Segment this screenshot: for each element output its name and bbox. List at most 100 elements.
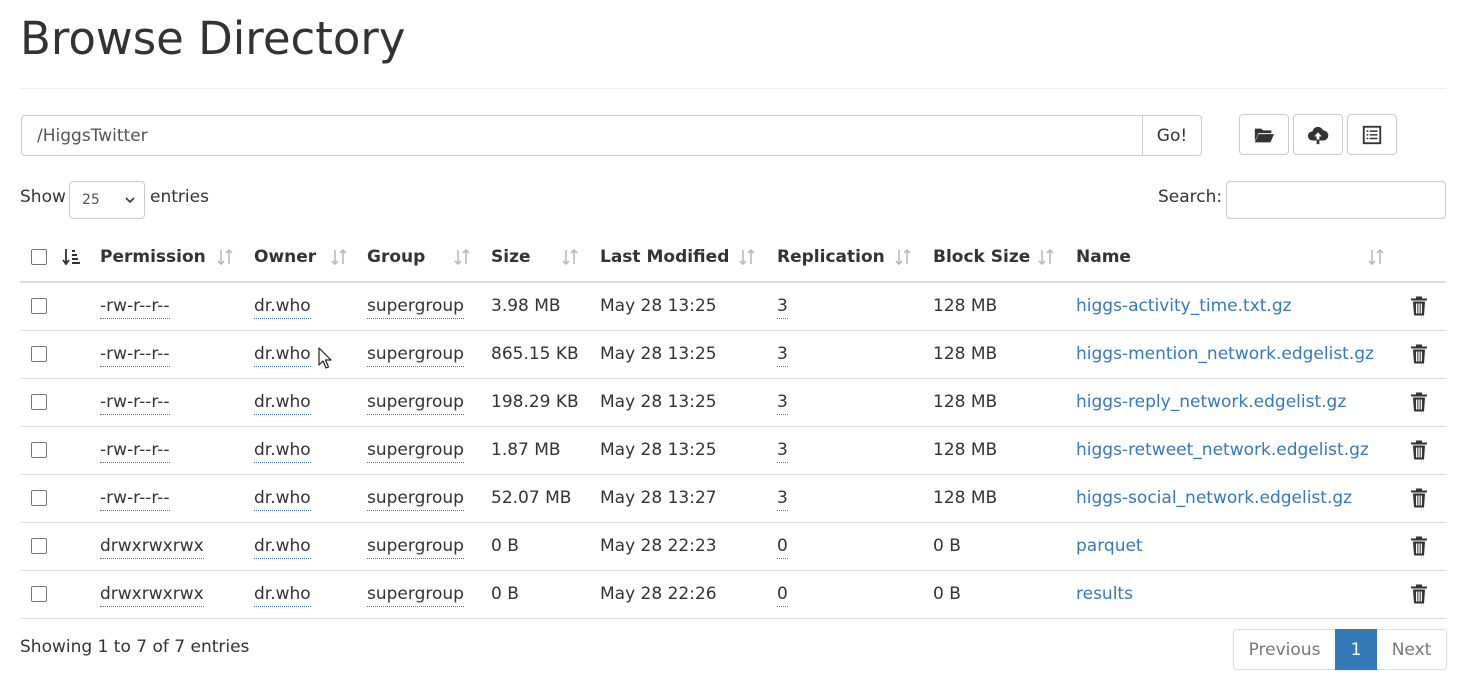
directory-path-input[interactable] bbox=[21, 115, 1142, 156]
modified-cell: May 28 22:26 bbox=[600, 570, 777, 619]
file-name-link[interactable]: parquet bbox=[1076, 536, 1143, 556]
next-page-button[interactable]: Next bbox=[1377, 629, 1447, 670]
delete-cell bbox=[1392, 474, 1446, 523]
group-value[interactable]: supergroup bbox=[367, 584, 464, 607]
replication-value[interactable]: 3 bbox=[777, 296, 788, 320]
file-name-link[interactable]: higgs-social_network.edgelist.gz bbox=[1076, 488, 1352, 508]
group-value[interactable]: supergroup bbox=[367, 488, 464, 511]
owner-cell: dr.who bbox=[254, 330, 367, 379]
block-size-cell: 128 MB bbox=[933, 474, 1076, 523]
header-group[interactable]: Group bbox=[367, 233, 491, 283]
owner-value[interactable]: dr.who bbox=[254, 536, 311, 559]
replication-value[interactable]: 0 bbox=[777, 536, 788, 559]
size-cell: 865.15 KB bbox=[491, 330, 600, 379]
create-directory-button[interactable] bbox=[1239, 114, 1289, 155]
replication-value[interactable]: 0 bbox=[777, 584, 788, 607]
search-input[interactable] bbox=[1226, 181, 1446, 219]
replication-value[interactable]: 3 bbox=[777, 344, 788, 367]
directory-table: Permission Owner Group Size Last Modifie… bbox=[20, 233, 1446, 619]
size-cell: 0 B bbox=[491, 522, 600, 571]
file-name-link[interactable]: higgs-reply_network.edgelist.gz bbox=[1076, 392, 1346, 412]
group-value[interactable]: supergroup bbox=[367, 392, 464, 415]
previous-page-button[interactable]: Previous bbox=[1233, 629, 1335, 670]
header-permission[interactable]: Permission bbox=[100, 233, 254, 283]
owner-value[interactable]: dr.who bbox=[254, 344, 311, 367]
go-button[interactable]: Go! bbox=[1142, 115, 1202, 156]
group-value[interactable]: supergroup bbox=[367, 440, 464, 463]
group-cell: supergroup bbox=[367, 522, 491, 571]
trash-icon[interactable] bbox=[1410, 536, 1428, 556]
header-name[interactable]: Name bbox=[1076, 233, 1392, 283]
group-value[interactable]: supergroup bbox=[367, 536, 464, 559]
row-checkbox[interactable] bbox=[31, 298, 47, 315]
cloud-upload-icon bbox=[1307, 126, 1329, 144]
row-checkbox[interactable] bbox=[31, 586, 47, 602]
row-checkbox[interactable] bbox=[31, 394, 47, 410]
header-last-modified[interactable]: Last Modified bbox=[600, 233, 777, 283]
file-name-link[interactable]: higgs-mention_network.edgelist.gz bbox=[1076, 344, 1374, 364]
entries-per-page-select[interactable]: 25 bbox=[69, 181, 145, 219]
modified-cell: May 28 13:25 bbox=[600, 378, 777, 427]
entries-per-page-value: 25 bbox=[82, 192, 100, 208]
name-cell: parquet bbox=[1076, 522, 1392, 571]
permission-value[interactable]: -rw-r--r-- bbox=[100, 296, 170, 320]
sort-both-icon bbox=[217, 248, 233, 266]
modified-cell: May 28 22:23 bbox=[600, 522, 777, 571]
name-cell: higgs-activity_time.txt.gz bbox=[1076, 282, 1392, 331]
trash-icon[interactable] bbox=[1410, 440, 1428, 460]
owner-cell: dr.who bbox=[254, 282, 367, 331]
trash-icon[interactable] bbox=[1410, 488, 1428, 508]
group-value[interactable]: supergroup bbox=[367, 296, 464, 320]
replication-value[interactable]: 3 bbox=[777, 440, 788, 463]
header-replication[interactable]: Replication bbox=[777, 233, 933, 283]
permission-value[interactable]: drwxrwxrwx bbox=[100, 536, 204, 559]
select-all-checkbox[interactable] bbox=[31, 249, 47, 265]
show-label: Show bbox=[20, 187, 66, 207]
file-name-link[interactable]: results bbox=[1076, 584, 1133, 604]
row-checkbox[interactable] bbox=[31, 442, 47, 458]
permission-cell: -rw-r--r-- bbox=[100, 378, 254, 427]
trash-icon[interactable] bbox=[1410, 344, 1428, 364]
row-checkbox[interactable] bbox=[31, 490, 47, 506]
sort-ascending-icon[interactable] bbox=[62, 247, 80, 267]
header-owner[interactable]: Owner bbox=[254, 233, 367, 283]
owner-value[interactable]: dr.who bbox=[254, 296, 311, 320]
owner-value[interactable]: dr.who bbox=[254, 488, 311, 511]
modified-cell: May 28 13:25 bbox=[600, 426, 777, 475]
replication-cell: 3 bbox=[777, 282, 933, 331]
page-title: Browse Directory bbox=[20, 12, 406, 65]
permission-value[interactable]: -rw-r--r-- bbox=[100, 488, 170, 511]
header-block-size[interactable]: Block Size bbox=[933, 233, 1076, 283]
header-size[interactable]: Size bbox=[491, 233, 600, 283]
group-cell: supergroup bbox=[367, 378, 491, 427]
permission-value[interactable]: -rw-r--r-- bbox=[100, 440, 170, 463]
chevron-down-icon bbox=[125, 197, 135, 204]
name-cell: higgs-reply_network.edgelist.gz bbox=[1076, 378, 1392, 427]
permission-value[interactable]: -rw-r--r-- bbox=[100, 344, 170, 367]
page-1-button[interactable]: 1 bbox=[1335, 629, 1377, 670]
file-name-link[interactable]: higgs-activity_time.txt.gz bbox=[1076, 296, 1292, 316]
upload-button[interactable] bbox=[1293, 114, 1343, 155]
row-checkbox[interactable] bbox=[31, 346, 47, 362]
trash-icon[interactable] bbox=[1410, 296, 1428, 316]
owner-value[interactable]: dr.who bbox=[254, 392, 311, 415]
header-actions bbox=[1392, 233, 1446, 283]
replication-value[interactable]: 3 bbox=[777, 488, 788, 511]
permission-value[interactable]: drwxrwxrwx bbox=[100, 584, 204, 607]
permission-value[interactable]: -rw-r--r-- bbox=[100, 392, 170, 415]
trash-icon[interactable] bbox=[1410, 392, 1428, 412]
owner-value[interactable]: dr.who bbox=[254, 440, 311, 463]
row-select-cell bbox=[20, 282, 100, 331]
block-size-cell: 128 MB bbox=[933, 378, 1076, 427]
row-select-cell bbox=[20, 570, 100, 619]
group-value[interactable]: supergroup bbox=[367, 344, 464, 367]
cut-paste-button[interactable] bbox=[1347, 114, 1397, 155]
permission-cell: -rw-r--r-- bbox=[100, 282, 254, 331]
pagination: Previous 1 Next bbox=[1233, 629, 1447, 670]
trash-icon[interactable] bbox=[1410, 584, 1428, 604]
row-checkbox[interactable] bbox=[31, 538, 47, 554]
file-name-link[interactable]: higgs-retweet_network.edgelist.gz bbox=[1076, 440, 1369, 460]
replication-value[interactable]: 3 bbox=[777, 392, 788, 415]
permission-cell: -rw-r--r-- bbox=[100, 474, 254, 523]
owner-value[interactable]: dr.who bbox=[254, 584, 311, 607]
